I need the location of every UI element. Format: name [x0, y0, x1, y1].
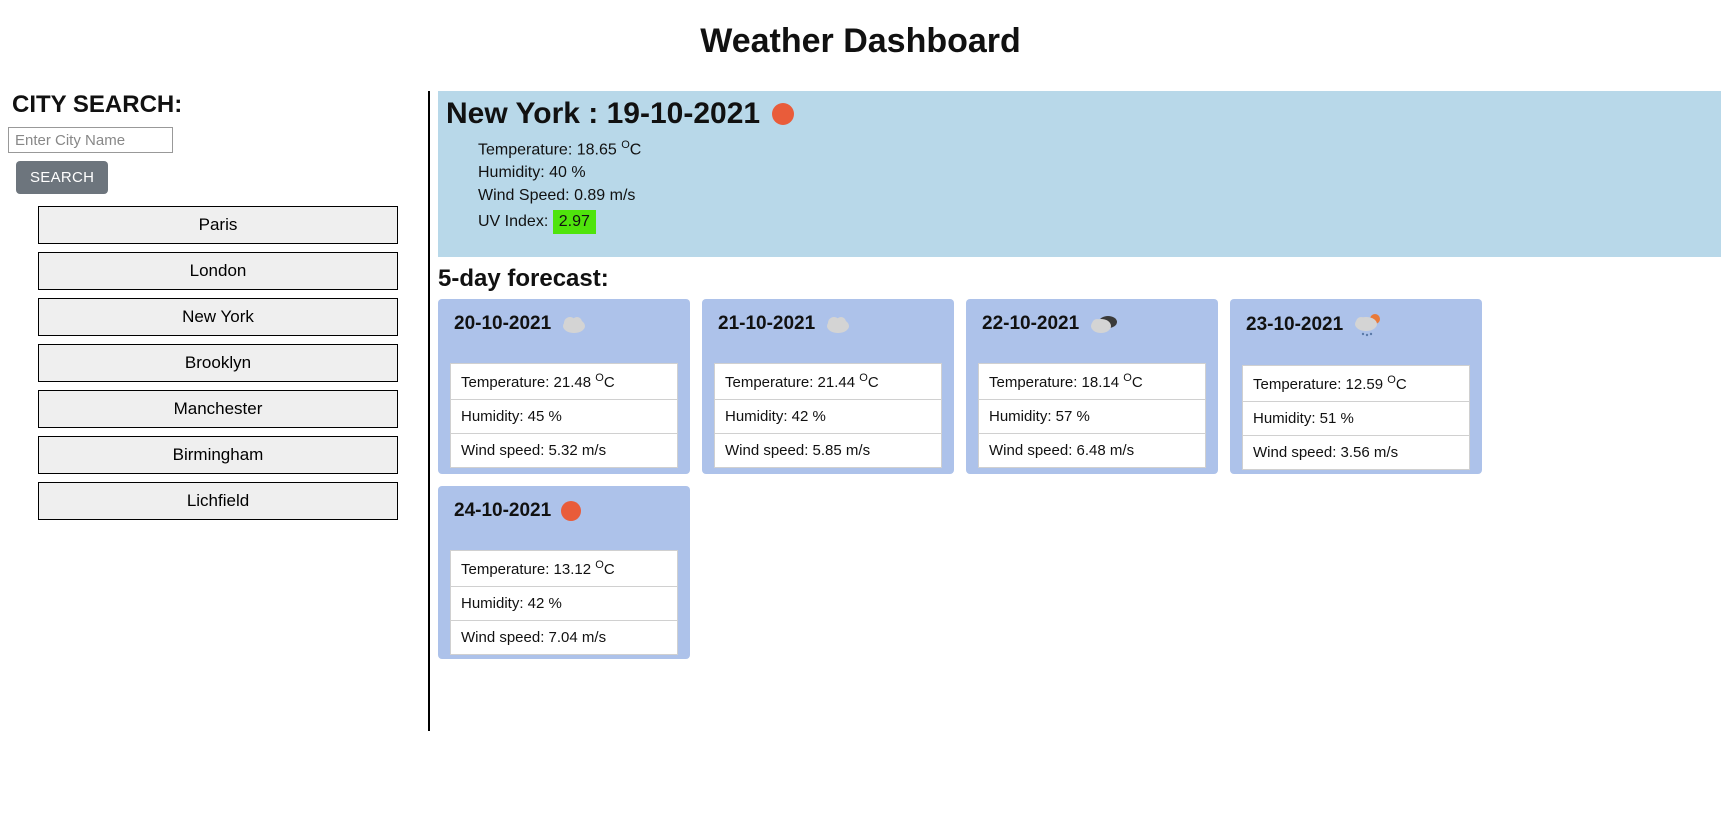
forecast-humidity: Humidity: 42 % [450, 587, 678, 621]
forecast-date: 22-10-2021 [978, 313, 1206, 335]
current-uv: UV Index: 2.97 [478, 210, 1713, 234]
uv-badge: 2.97 [553, 210, 596, 234]
forecast-card: 20-10-2021 Temperature: 21.48 OCHumidity:… [438, 299, 690, 474]
page-title: Weather Dashboard [0, 22, 1721, 61]
forecast-card: 22-10-2021 Temperature: 18.14 OCHumidity:… [966, 299, 1218, 474]
forecast-date: 24-10-2021 [450, 500, 678, 522]
current-weather-panel: New York : 19-10-2021 Temperature: 18.65… [438, 91, 1721, 257]
forecast-temperature: Temperature: 12.59 OC [1242, 365, 1470, 402]
forecast-temperature: Temperature: 18.14 OC [978, 363, 1206, 400]
history-item-london[interactable]: London [38, 252, 398, 290]
main-panel: New York : 19-10-2021 Temperature: 18.65… [428, 91, 1721, 731]
city-search-input[interactable] [8, 127, 173, 153]
current-city-date: New York : 19-10-2021 [446, 97, 760, 131]
dark-cloud-icon [1089, 313, 1119, 335]
rain-icon [1353, 313, 1383, 337]
history-item-paris[interactable]: Paris [38, 206, 398, 244]
current-wind: Wind Speed: 0.89 m/s [478, 187, 1713, 205]
forecast-wind: Wind speed: 5.32 m/s [450, 434, 678, 468]
forecast-card: 23-10-2021 Temperature: 12.59 OCHumidity:… [1230, 299, 1482, 474]
history-item-manchester[interactable]: Manchester [38, 390, 398, 428]
history-item-lichfield[interactable]: Lichfield [38, 482, 398, 520]
forecast-temperature: Temperature: 21.44 OC [714, 363, 942, 400]
forecast-title: 5-day forecast: [438, 265, 1721, 293]
forecast-date: 21-10-2021 [714, 313, 942, 335]
sidebar: CITY SEARCH: SEARCH Paris London New York B… [0, 91, 428, 528]
current-temperature: Temperature: 18.65 OC [478, 139, 1713, 159]
forecast-card: 21-10-2021 Temperature: 21.44 OCHumidity:… [702, 299, 954, 474]
current-humidity: Humidity: 40 % [478, 164, 1713, 182]
history-list: Paris London New York Brooklyn Manchester Bir… [8, 206, 428, 520]
forecast-card: 24-10-2021 Temperature: 13.12 OCHumidity:… [438, 486, 690, 659]
search-label: CITY SEARCH: [12, 91, 428, 119]
forecast-humidity: Humidity: 51 % [1242, 402, 1470, 436]
cloud-icon [825, 314, 851, 334]
history-item-birmingham[interactable]: Birmingham [38, 436, 398, 474]
forecast-wind: Wind speed: 5.85 m/s [714, 434, 942, 468]
current-header: New York : 19-10-2021 [446, 97, 1713, 131]
forecast-wind: Wind speed: 6.48 m/s [978, 434, 1206, 468]
forecast-humidity: Humidity: 45 % [450, 400, 678, 434]
forecast-humidity: Humidity: 42 % [714, 400, 942, 434]
forecast-temperature: Temperature: 13.12 OC [450, 550, 678, 587]
sun-icon [772, 103, 794, 125]
forecast-humidity: Humidity: 57 % [978, 400, 1206, 434]
forecast-wind: Wind speed: 3.56 m/s [1242, 436, 1470, 470]
forecast-date: 23-10-2021 [1242, 313, 1470, 337]
forecast-grid: 20-10-2021Temperature: 21.48 OCHumidity:… [438, 299, 1721, 659]
forecast-wind: Wind speed: 7.04 m/s [450, 621, 678, 655]
history-item-new-york[interactable]: New York [38, 298, 398, 336]
history-item-brooklyn[interactable]: Brooklyn [38, 344, 398, 382]
cloud-icon [561, 314, 587, 334]
sun-icon [561, 501, 581, 521]
forecast-temperature: Temperature: 21.48 OC [450, 363, 678, 400]
search-button[interactable]: SEARCH [16, 161, 108, 194]
forecast-date: 20-10-2021 [450, 313, 678, 335]
